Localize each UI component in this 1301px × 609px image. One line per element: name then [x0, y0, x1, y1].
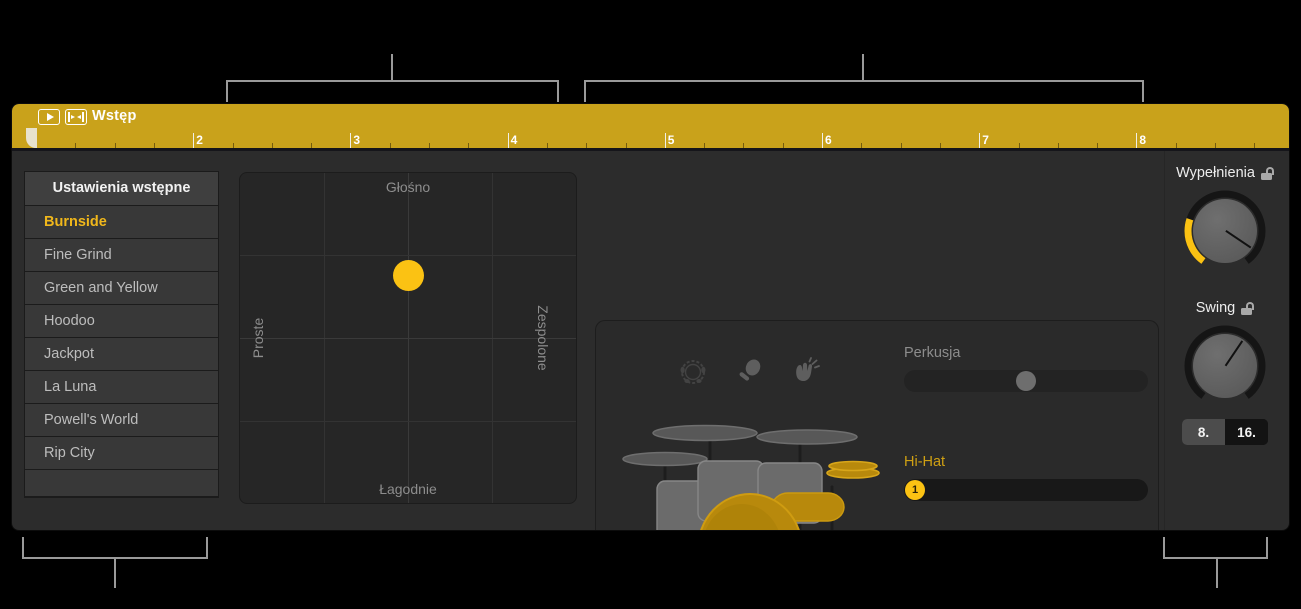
drum-kit-illustration[interactable]	[610, 417, 900, 530]
ruler-bar-number: 7	[982, 133, 989, 147]
ruler-tick-major	[822, 133, 823, 148]
play-icon[interactable]	[38, 109, 60, 125]
ruler-bar-number: 4	[510, 133, 518, 147]
preset-list-item[interactable]: Jackpot	[25, 338, 218, 371]
note-division-option[interactable]: 16.	[1225, 419, 1268, 445]
xy-pad-puck[interactable]	[392, 260, 424, 291]
note-division-option-label: 16.	[1237, 424, 1256, 440]
preset-list-item[interactable]: La Luna	[25, 371, 218, 404]
drum-control: Perkusja	[904, 345, 1148, 392]
clap-hand-icon[interactable]	[790, 357, 820, 392]
region-header: Wstęp 2 3 4 5 6 7 8	[12, 104, 1289, 148]
drum-control-label: Hi-Hat	[904, 454, 1148, 470]
preset-list-item[interactable]: Hoodoo	[25, 305, 218, 338]
ruler-tick-major	[979, 133, 981, 148]
ruler-tick-major	[1136, 133, 1138, 148]
ruler-bar-number: 2	[196, 133, 203, 147]
preset-list-item-label: Rip City	[44, 445, 95, 461]
preset-list-item-label: Fine Grind	[44, 247, 112, 263]
drum-control-slider-value: 1	[911, 484, 919, 496]
drum-control-slider[interactable]: 1	[904, 479, 1148, 501]
ruler-bar-number: 5	[667, 133, 675, 147]
ruler-bar-number: 3	[353, 133, 361, 147]
drum-control-slider-thumb[interactable]: 1	[905, 480, 925, 500]
plugin-body: Ustawienia wstępne Burnside Fine Grind Gre…	[12, 151, 1289, 530]
ruler-tick-major	[664, 133, 666, 148]
preset-list: Burnside Fine Grind Green and Yellow Hoodoo…	[25, 206, 218, 470]
preset-list-item-label: Jackpot	[44, 346, 94, 362]
ruler-tick-major	[350, 133, 352, 148]
xy-pad-label-right: Zespolone	[535, 305, 551, 371]
knob-title-fills: Wypełnienia	[1170, 165, 1280, 181]
xy-pad-label-bottom: Łagodnie	[379, 481, 437, 497]
percussion-icon-row	[678, 357, 820, 392]
preset-list-item-label: Hoodoo	[44, 313, 95, 329]
drum-control-label-text: Hi-Hat	[904, 454, 946, 470]
maraca-icon[interactable]	[734, 357, 764, 392]
tambourine-icon[interactable]	[678, 357, 708, 392]
preset-list-empty-row	[25, 470, 218, 497]
drum-control-slider-thumb[interactable]	[1015, 371, 1036, 391]
knob-panel: Wypełnienia Swing 8. 16.	[1170, 165, 1280, 445]
ruler-bar-number: 8	[1139, 133, 1147, 147]
ruler-tick-major	[193, 133, 195, 148]
ruler-bar-number: 6	[825, 133, 832, 147]
drum-control-label-text: Perkusja	[904, 345, 961, 361]
cycle-region-icon[interactable]	[65, 109, 87, 125]
xy-pad-label-top: Głośno	[385, 179, 431, 195]
preset-list-item[interactable]: Powell's World	[25, 404, 218, 437]
note-division-option[interactable]: 8.	[1182, 419, 1225, 445]
preset-list-item[interactable]: Fine Grind	[25, 239, 218, 272]
drum-control-label: Perkusja	[904, 345, 1148, 361]
preset-list-item-label: Burnside	[44, 214, 107, 230]
note-division-segmented-control[interactable]: 8. 16.	[1182, 419, 1268, 445]
knob-label-swing: Swing	[1195, 300, 1236, 316]
unlocked-padlock-icon[interactable]	[1260, 166, 1274, 180]
drummer-plugin-window: Wstęp 2 3 4 5 6 7 8 Ustawienia wstępne Burnsid…	[12, 104, 1289, 530]
timeline-ruler[interactable]: 2 3 4 5 6 7 8	[12, 130, 1289, 148]
fills-knob[interactable]	[1182, 188, 1268, 274]
note-division-option-label: 8.	[1197, 424, 1210, 440]
drum-control: Hi-Hat 1	[904, 454, 1148, 501]
knob-title-swing: Swing	[1170, 300, 1280, 316]
xy-performance-pad[interactable]: Głośno Łagodnie Proste Zespolone	[240, 173, 576, 503]
swing-knob[interactable]	[1182, 323, 1268, 409]
knob-label-fills: Wypełnienia	[1176, 165, 1255, 181]
preset-list-item[interactable]: Green and Yellow	[25, 272, 218, 305]
panel-divider	[1164, 151, 1165, 530]
xy-pad-label-left: Proste	[250, 317, 266, 359]
preset-list-item-label: La Luna	[44, 379, 97, 395]
drum-control-slider[interactable]	[904, 370, 1148, 392]
preset-sidebar: Ustawienia wstępne Burnside Fine Grind Gre…	[24, 171, 219, 498]
drum-kit-panel: PerkusjaHi-Hat1B. basowy i werbelDopasuj	[596, 321, 1158, 530]
preset-sidebar-header: Ustawienia wstępne	[25, 172, 218, 206]
ruler-tick-major	[507, 133, 509, 148]
preset-list-item[interactable]: Burnside	[25, 206, 218, 239]
region-header-toolbar: Wstęp	[12, 104, 1289, 130]
preset-list-item-label: Green and Yellow	[44, 280, 158, 296]
preset-list-item[interactable]: Rip City	[25, 437, 218, 470]
unlocked-padlock-icon[interactable]	[1241, 301, 1255, 315]
region-title: Wstęp	[92, 108, 137, 124]
preset-list-item-label: Powell's World	[44, 412, 139, 428]
